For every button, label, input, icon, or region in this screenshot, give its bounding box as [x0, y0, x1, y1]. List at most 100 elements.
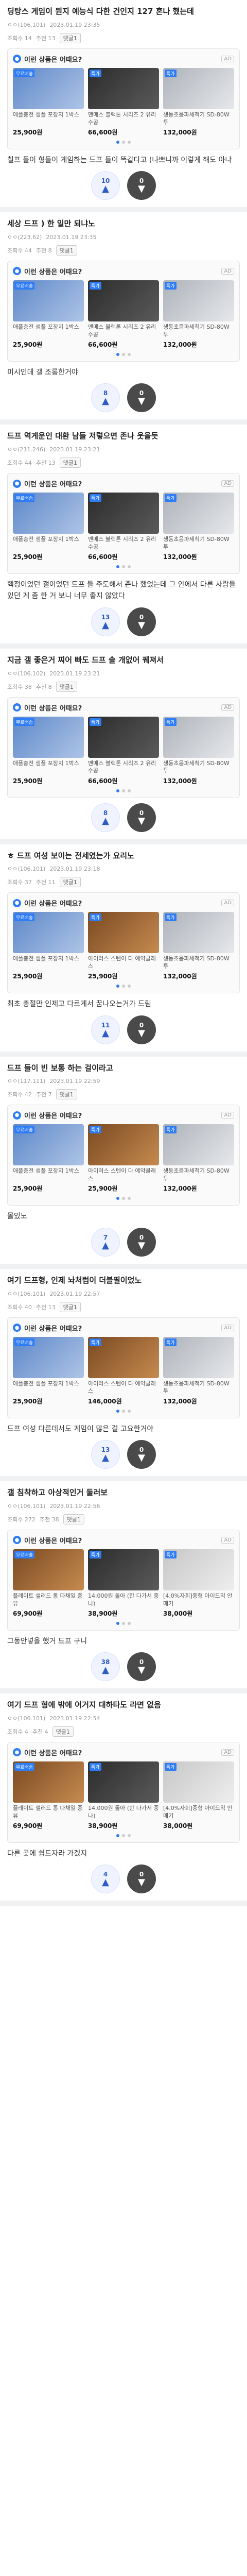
product-card[interactable]: 무료배송 플레이트 샐러드 통 다채일 중 뷰 69,900원: [13, 1549, 84, 1618]
post-card[interactable]: ㅎ 드프 여성 보이는 전세였는가 요리노 ㅇㅇ(106.101) 2023.01.…: [0, 844, 247, 1057]
product-name[interactable]: 플레이트 샐러드 통 다채일 중 뷰: [13, 1592, 84, 1608]
post-title[interactable]: 여기 드프형, 인제 놔처럼이 더블필이었노: [7, 1275, 240, 1286]
downvote-button[interactable]: 0 ▼: [127, 1652, 156, 1682]
carousel-dot[interactable]: [116, 1834, 119, 1837]
reply-button[interactable]: 댓글1: [56, 681, 77, 692]
reply-button[interactable]: 댓글1: [56, 245, 77, 256]
product-card[interactable]: 무료배송 애플충전 샘플 포장지 1박스 25,900원: [13, 912, 84, 980]
downvote-button[interactable]: 0 ▼: [127, 383, 156, 413]
product-image[interactable]: 특가: [163, 1124, 234, 1166]
reply-button[interactable]: 댓글1: [56, 1089, 77, 1100]
product-name[interactable]: 플레이트 샐러드 통 다채일 중 뷰: [13, 1805, 84, 1820]
product-image[interactable]: 무료배송: [13, 1124, 84, 1166]
carousel-dot[interactable]: [122, 1409, 125, 1413]
product-name[interactable]: 애플충전 샘플 포장지 1박스: [13, 1380, 84, 1396]
product-image[interactable]: 특가: [88, 1549, 159, 1590]
product-card[interactable]: 특가 생동초음파세척기 SD-80W 투 132,000원: [163, 493, 234, 561]
downvote-button[interactable]: 0 ▼: [127, 607, 156, 636]
product-card[interactable]: 특가 아이러스 스텐이 다 예약클래스 25,900원: [88, 1124, 159, 1193]
post-title[interactable]: 갤 침착하고 아상적인거 둘러보: [7, 1487, 240, 1499]
ad-box[interactable]: ● 이런 상품은 어때요? AD 무료배송 애플충전 샘플 포장지 1박스 25,900원…: [7, 260, 240, 362]
carousel-dot[interactable]: [128, 985, 131, 988]
post-card[interactable]: 세상 드프 ) 한 일만 되냐노 ㅇㅇ(223.62) 2023.01.19 23:…: [0, 212, 247, 425]
upvote-button[interactable]: 8 ▲: [91, 803, 120, 832]
downvote-button[interactable]: 0 ▼: [127, 1865, 156, 1894]
carousel-dot[interactable]: [128, 140, 131, 144]
product-image[interactable]: 특가: [88, 493, 159, 534]
product-name[interactable]: 애플충전 샘플 포장지 1박스: [13, 536, 84, 551]
product-card[interactable]: 무료배송 애플충전 샘플 포장지 1박스 25,900원: [13, 1124, 84, 1193]
post-title[interactable]: 드프 역게운인 대환 남들 저렇으면 존나 웃을듯: [7, 431, 240, 442]
product-name[interactable]: 맨메스 블랙톤 시리즈 2 유리수공: [88, 111, 159, 127]
post-title[interactable]: ㅎ 드프 여성 보이는 전세였는가 요리노: [7, 851, 240, 862]
downvote-button[interactable]: 0 ▼: [127, 803, 156, 832]
carousel-dot[interactable]: [128, 565, 131, 569]
product-name[interactable]: [4.0%자회]중형 아이드믹 안매기: [163, 1805, 234, 1820]
product-card[interactable]: 특가 생동초음파세척기 SD-80W 투 132,000원: [163, 716, 234, 785]
carousel-dot[interactable]: [122, 789, 125, 792]
upvote-button[interactable]: 7 ▲: [91, 1227, 120, 1257]
product-image[interactable]: 특가: [88, 716, 159, 758]
product-name[interactable]: 생동초음파세척기 SD-80W 투: [163, 1380, 234, 1396]
product-card[interactable]: 무료배송 애플충전 샘플 포장지 1박스 25,900원: [13, 280, 84, 349]
product-card[interactable]: 특가 생동초음파세척기 SD-80W 투 132,000원: [163, 67, 234, 137]
product-image[interactable]: 특가: [163, 1549, 234, 1590]
ad-box[interactable]: ● 이런 상품은 어때요? AD 무료배송 애플충전 샘플 포장지 1박스 25,900원…: [7, 1105, 240, 1206]
post-title[interactable]: 여기 드프 형에 밖에 어거지 대하타도 라면 없음: [7, 1700, 240, 1711]
product-name[interactable]: 생동초음파세척기 SD-80W 투: [163, 955, 234, 971]
carousel-dot[interactable]: [116, 985, 119, 988]
post-card[interactable]: 여기 드프 형에 밖에 어거지 대하타도 라면 없음 ㅇㅇ(106.101) 202…: [0, 1693, 247, 1906]
upvote-button[interactable]: 13 ▲: [91, 1439, 120, 1469]
carousel-dot[interactable]: [122, 352, 125, 356]
product-name[interactable]: 생동초음파세척기 SD-80W 투: [163, 111, 234, 127]
carousel-dot[interactable]: [116, 1621, 119, 1625]
product-card[interactable]: 특가 맨메스 블랙톤 시리즈 2 유리수공 66,600원: [88, 493, 159, 561]
carousel-dot[interactable]: [116, 352, 119, 356]
product-image[interactable]: 특가: [88, 1336, 159, 1378]
reply-button[interactable]: 댓글1: [59, 32, 81, 43]
product-name[interactable]: 14,000원 돌아 (한 다가서 중나): [88, 1592, 159, 1608]
carousel-dot[interactable]: [116, 789, 119, 792]
product-card[interactable]: 무료배송 애플충전 샘플 포장지 1박스 25,900원: [13, 493, 84, 561]
product-card[interactable]: 특가 [4.0%자회]중형 아이드믹 안매기 38,000원: [163, 1549, 234, 1618]
ad-box[interactable]: ● 이런 상품은 어때요? AD 무료배송 애플충전 샘플 포장지 1박스 25,900원…: [7, 473, 240, 574]
carousel-dot[interactable]: [128, 1197, 131, 1200]
product-card[interactable]: 특가 맨메스 블랙톤 시리즈 2 유리수공 66,600원: [88, 280, 159, 349]
product-image[interactable]: 무료배송: [13, 493, 84, 534]
product-image[interactable]: 특가: [88, 912, 159, 954]
product-card[interactable]: 특가 생동초음파세척기 SD-80W 투 132,000원: [163, 280, 234, 349]
reply-button[interactable]: 댓글1: [59, 877, 81, 888]
product-image[interactable]: 특가: [88, 280, 159, 321]
product-image[interactable]: 무료배송: [13, 1336, 84, 1378]
carousel-dot[interactable]: [122, 140, 125, 144]
ad-box[interactable]: ● 이런 상품은 어때요? AD 무료배송 애플충전 샘플 포장지 1박스 25,900원…: [7, 697, 240, 798]
product-image[interactable]: 무료배송: [13, 280, 84, 321]
product-card[interactable]: 특가 14,000원 돌아 (한 다가서 중나) 38,900원: [88, 1761, 159, 1830]
product-name[interactable]: 14,000원 돌아 (한 다가서 중나): [88, 1805, 159, 1820]
product-image[interactable]: 특가: [163, 1761, 234, 1803]
product-name[interactable]: 애플충전 샘플 포장지 1박스: [13, 324, 84, 339]
carousel-dot[interactable]: [128, 789, 131, 792]
carousel-dot[interactable]: [128, 1834, 131, 1837]
product-card[interactable]: 무료배송 애플충전 샘플 포장지 1박스 25,900원: [13, 67, 84, 137]
product-image[interactable]: 특가: [163, 280, 234, 321]
upvote-button[interactable]: 38 ▲: [91, 1652, 120, 1682]
downvote-button[interactable]: 0 ▼: [127, 1439, 156, 1469]
product-image[interactable]: 무료배송: [13, 1761, 84, 1803]
product-image[interactable]: 무료배송: [13, 67, 84, 109]
post-card[interactable]: 갤 침착하고 아상적인거 둘러보 ㅇㅇ(106.101) 2023.01.19 22…: [0, 1481, 247, 1694]
upvote-button[interactable]: 8 ▲: [91, 383, 120, 413]
product-card[interactable]: 특가 아이러스 스텐이 다 예약클래스 146,000원: [88, 1336, 159, 1405]
reply-button[interactable]: 댓글1: [52, 1726, 74, 1737]
product-card[interactable]: 특가 생동초음파세척기 SD-80W 투 132,000원: [163, 1124, 234, 1193]
product-image[interactable]: 특가: [163, 493, 234, 534]
product-card[interactable]: 특가 맨메스 블랙톤 시리즈 2 유리수공 66,600원: [88, 67, 159, 137]
product-name[interactable]: 애플충전 샘플 포장지 1박스: [13, 955, 84, 971]
post-title[interactable]: 딩탕스 게임이 뭔지 예능식 다한 건인지 127 혼나 했는데: [7, 6, 240, 18]
product-name[interactable]: 맨메스 블랙톤 시리즈 2 유리수공: [88, 324, 159, 339]
product-image[interactable]: 특가: [88, 1761, 159, 1803]
carousel-dot[interactable]: [128, 352, 131, 356]
ad-box[interactable]: ● 이런 상품은 어때요? AD 무료배송 플레이트 샐러드 통 다채일 중 뷰 69,9…: [7, 1741, 240, 1843]
carousel-dot[interactable]: [116, 565, 119, 569]
carousel-dot[interactable]: [116, 1409, 119, 1413]
